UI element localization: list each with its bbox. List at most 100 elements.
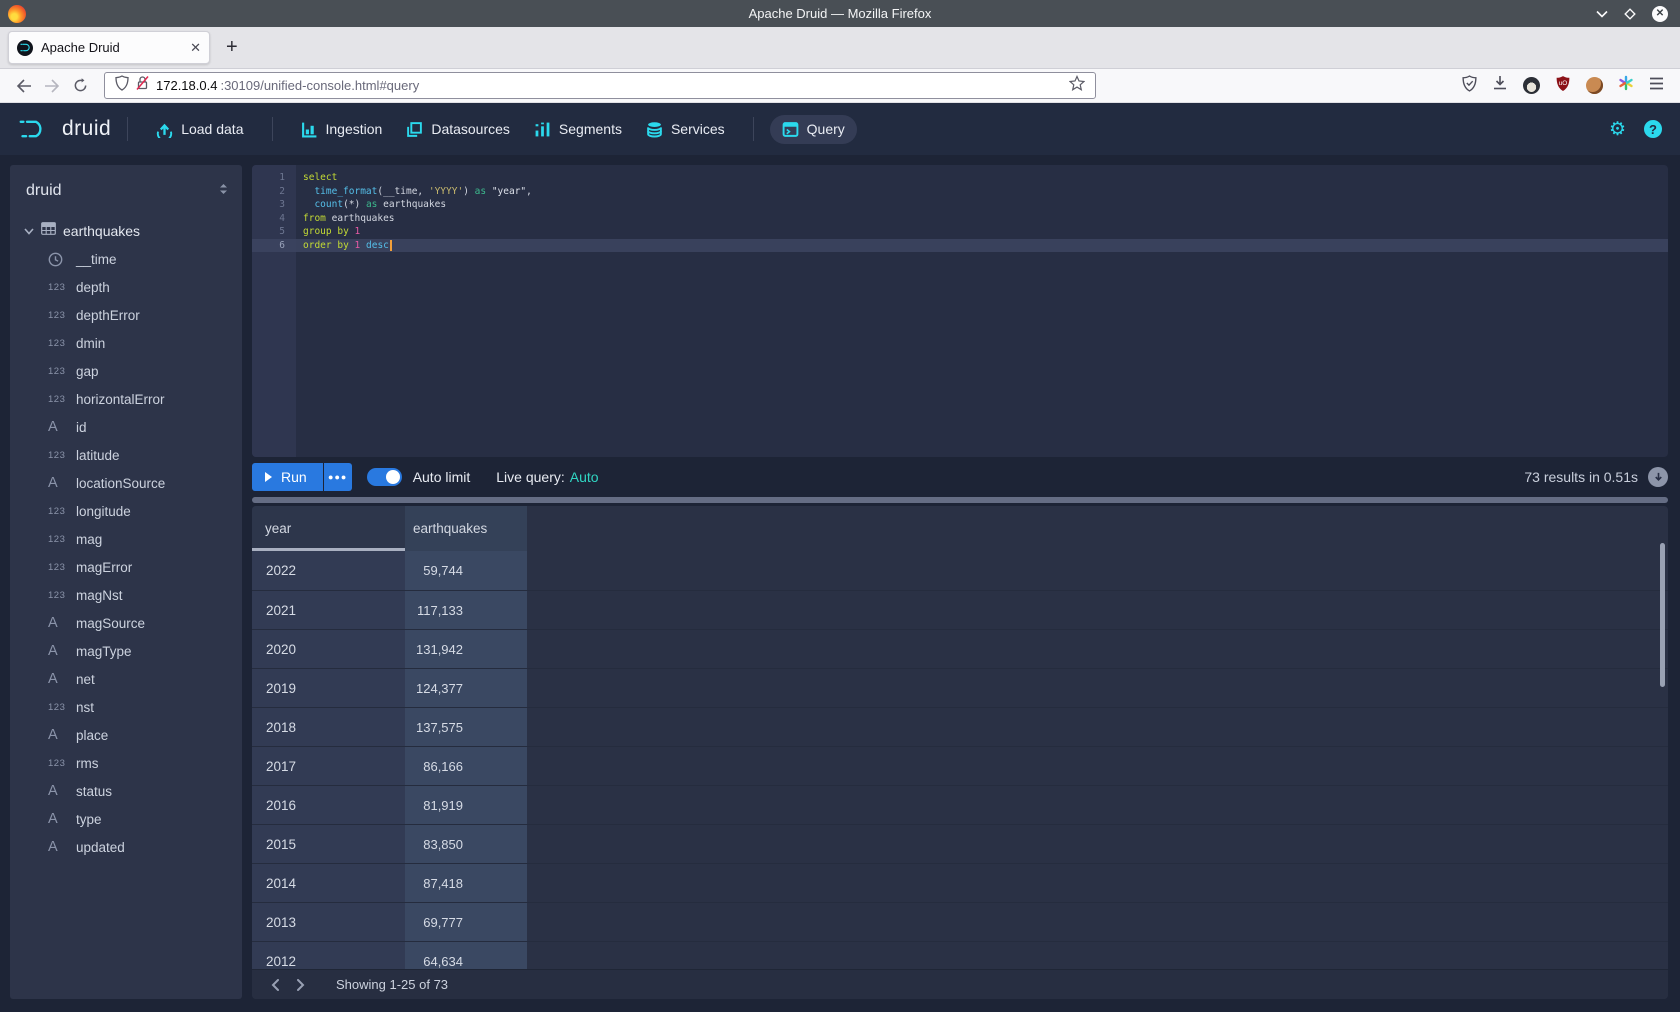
cell-earthquakes[interactable]: 83,850 [405,825,527,863]
column-item-type[interactable]: Atype [10,805,242,833]
cell-year[interactable]: 2019 [252,669,405,707]
column-item-longitude[interactable]: 123longitude [10,497,242,525]
window-close-icon[interactable]: ✕ [1652,6,1668,22]
cell-year[interactable]: 2013 [252,903,405,941]
cell-year[interactable]: 2015 [252,825,405,863]
live-query[interactable]: Live query:Auto [496,469,598,485]
menu-hamburger-icon[interactable] [1649,77,1664,95]
column-item-mag[interactable]: 123mag [10,525,242,553]
table-row[interactable]: 2020131,942 [252,629,1668,668]
column-item-magType[interactable]: AmagType [10,637,242,665]
nav-item-ingestion[interactable]: Ingestion [289,115,395,144]
cell-earthquakes[interactable]: 69,777 [405,903,527,941]
column-item-rms[interactable]: 123rms [10,749,242,777]
nav-item-services[interactable]: Services [634,115,737,144]
table-row[interactable]: 201487,418 [252,863,1668,902]
code-line[interactable]: select [296,171,1668,185]
column-item-magError[interactable]: 123magError [10,553,242,581]
table-row[interactable]: 201583,850 [252,824,1668,863]
insecure-lock-icon[interactable] [136,75,149,96]
column-item-net[interactable]: Anet [10,665,242,693]
sql-editor[interactable]: 123456 select time_format(__time, 'YYYY'… [252,165,1668,457]
help-icon[interactable]: ? [1644,120,1662,138]
column-item-__time[interactable]: __time [10,245,242,273]
cell-earthquakes[interactable]: 124,377 [405,669,527,707]
browser-tab[interactable]: Apache Druid ✕ [8,31,210,64]
run-button[interactable]: Run [252,463,323,491]
cell-earthquakes[interactable]: 131,942 [405,630,527,668]
run-more-button[interactable]: ●●● [324,463,352,491]
next-page-icon[interactable] [288,979,314,991]
ublock-origin-icon[interactable]: uO [1555,75,1571,97]
cookie-extension-icon[interactable] [1586,77,1603,94]
table-row[interactable]: 201369,777 [252,902,1668,941]
code-line[interactable]: count(*) as earthquakes [296,198,1668,212]
cell-earthquakes[interactable]: 64,634 [405,942,527,969]
tab-close-icon[interactable]: ✕ [190,40,201,56]
column-item-updated[interactable]: Aupdated [10,833,242,861]
colorful-pinwheel-extension-icon[interactable] [1618,75,1634,96]
column-item-depthError[interactable]: 123depthError [10,301,242,329]
table-row[interactable]: 202259,744 [252,551,1668,590]
column-item-magSource[interactable]: AmagSource [10,609,242,637]
column-item-nst[interactable]: 123nst [10,693,242,721]
prev-page-icon[interactable] [262,979,288,991]
druid-logo[interactable]: druid [18,116,111,142]
column-item-horizontalError[interactable]: 123horizontalError [10,385,242,413]
chevron-down-icon[interactable] [24,222,34,240]
horizontal-scrollbar[interactable] [252,497,1668,503]
window-minimize-icon[interactable] [1596,10,1608,18]
cell-year[interactable]: 2020 [252,630,405,668]
nav-item-query[interactable]: Query [770,115,857,144]
code-line[interactable]: from earthquakes [296,212,1668,226]
nav-item-datasources[interactable]: Datasources [394,115,522,144]
window-maximize-icon[interactable] [1624,8,1636,20]
vertical-scrollbar[interactable] [1660,543,1665,687]
back-button[interactable] [10,79,38,93]
column-item-latitude[interactable]: 123latitude [10,441,242,469]
table-item-earthquakes[interactable]: earthquakes [10,217,242,245]
nav-item-segments[interactable]: Segments [522,115,634,144]
cell-year[interactable]: 2021 [252,591,405,629]
auto-limit-toggle[interactable] [367,468,402,486]
column-header-earthquakes[interactable]: earthquakes [405,506,527,551]
cell-earthquakes[interactable]: 87,418 [405,864,527,902]
settings-gear-icon[interactable]: ⚙ [1609,118,1626,141]
table-row[interactable]: 201681,919 [252,785,1668,824]
column-item-depth[interactable]: 123depth [10,273,242,301]
download-results-icon[interactable] [1648,467,1668,487]
column-item-status[interactable]: Astatus [10,777,242,805]
column-item-locationSource[interactable]: AlocationSource [10,469,242,497]
bookmark-star-icon[interactable] [1069,75,1085,96]
table-row[interactable]: 201264,634 [252,941,1668,969]
forward-button[interactable] [38,79,66,93]
cell-year[interactable]: 2017 [252,747,405,785]
column-item-magNst[interactable]: 123magNst [10,581,242,609]
column-item-dmin[interactable]: 123dmin [10,329,242,357]
shield-icon[interactable] [115,75,129,96]
downloads-icon[interactable] [1492,75,1508,96]
new-tab-button[interactable]: + [226,36,238,59]
cell-earthquakes[interactable]: 81,919 [405,786,527,824]
editor-code[interactable]: select time_format(__time, 'YYYY') as "y… [296,165,1668,457]
url-bar[interactable]: 172.18.0.4 :30109/unified-console.html#q… [104,72,1096,99]
code-line[interactable]: order by 1 desc [296,239,1668,253]
column-item-place[interactable]: Aplace [10,721,242,749]
cell-year[interactable]: 2014 [252,864,405,902]
cell-earthquakes[interactable]: 137,575 [405,708,527,746]
cell-year[interactable]: 2018 [252,708,405,746]
cell-earthquakes[interactable]: 86,166 [405,747,527,785]
cell-year[interactable]: 2012 [252,942,405,969]
protections-shield-icon[interactable] [1462,75,1477,97]
extension-penguin-icon[interactable] [1523,77,1540,94]
schema-selector[interactable]: druid [10,179,242,203]
cell-earthquakes[interactable]: 117,133 [405,591,527,629]
nav-item-load-data[interactable]: Load data [144,115,255,144]
table-row[interactable]: 2021117,133 [252,590,1668,629]
table-row[interactable]: 2019124,377 [252,668,1668,707]
code-line[interactable]: time_format(__time, 'YYYY') as "year", [296,185,1668,199]
column-item-id[interactable]: Aid [10,413,242,441]
column-header-year[interactable]: year [252,506,405,551]
column-item-gap[interactable]: 123gap [10,357,242,385]
cell-year[interactable]: 2022 [252,551,405,590]
